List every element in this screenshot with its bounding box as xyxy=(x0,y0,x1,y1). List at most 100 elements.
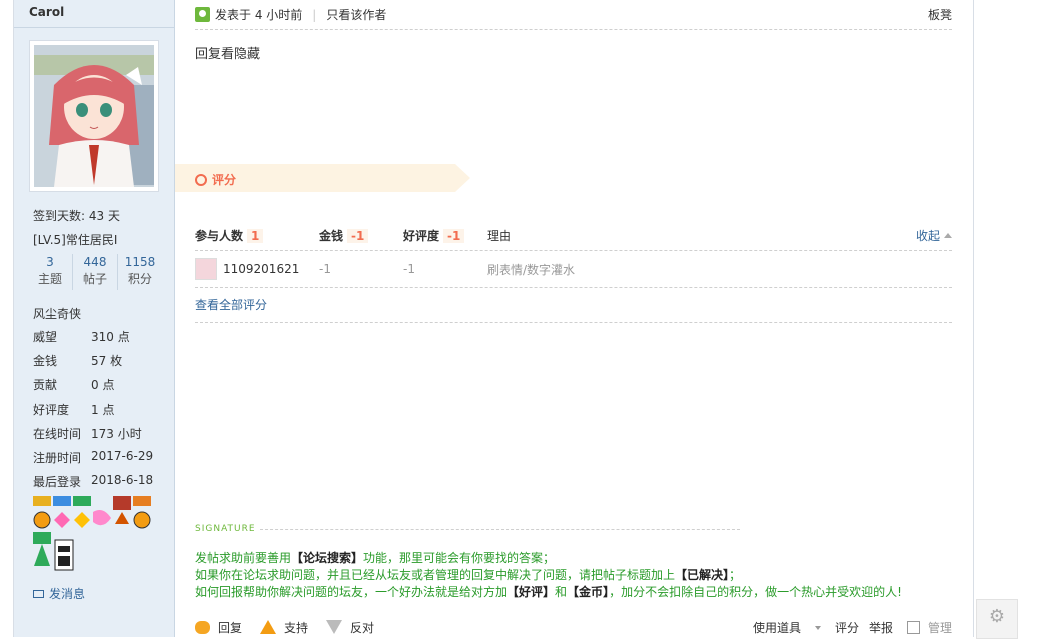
reply-icon xyxy=(195,620,210,634)
stat-number[interactable]: 448 xyxy=(73,254,117,271)
reply-label: 回复 xyxy=(218,620,243,635)
field-key: 最后登录 xyxy=(33,475,82,489)
field-value: 57 枚 xyxy=(91,354,123,368)
stat-threads[interactable]: 3 主题 xyxy=(28,254,73,290)
col-label: 理由 xyxy=(487,229,512,243)
stat-points[interactable]: 1158 积分 xyxy=(118,254,162,290)
send-message-label: 发消息 xyxy=(49,587,86,601)
manage-checkbox[interactable] xyxy=(906,620,920,634)
rating-label-text: 评分 xyxy=(212,173,237,187)
signin-days: 签到天数: 43 天 xyxy=(33,209,120,223)
manage-link[interactable]: 管理 xyxy=(928,619,952,636)
sig-text: 如何回报帮助你解决问题的坛友，一个好办法就是给对方加 xyxy=(195,585,508,599)
rating-table-header: 参与人数 1 金钱 -1 好评度 -1 理由 收起 xyxy=(195,221,952,251)
signature-line-3: 如何回报帮助你解决问题的坛友，一个好办法就是给对方加【好评】和【金币】，加分不会… xyxy=(195,583,902,600)
post-actions: 回复 支持 反对 使用道具 评分 举报 管理 xyxy=(195,617,952,637)
post-content: 回复看隐藏 xyxy=(195,47,261,62)
circle-icon xyxy=(195,173,207,186)
oppose-label: 反对 xyxy=(350,620,375,635)
view-all-label: 查看全部评分 xyxy=(195,298,268,312)
post-time: 发表于 4 小时前 xyxy=(215,8,303,22)
sig-text: 功能，那里可能会有你要找的答案； xyxy=(363,551,556,565)
triangle-up-icon xyxy=(944,233,952,238)
value-badge: -1 xyxy=(347,229,369,243)
rater-name[interactable]: 1109201621 xyxy=(223,262,299,276)
field-register-time: 注册时间 2017-6-29 xyxy=(33,449,173,466)
use-tools-menu[interactable]: 使用道具 xyxy=(739,619,821,636)
envelope-icon xyxy=(33,589,44,598)
rating-label: 评分 xyxy=(195,171,236,188)
collapse-button[interactable]: 收起 xyxy=(916,227,952,244)
rater-avatar[interactable] xyxy=(195,258,217,280)
field-key: 威望 xyxy=(33,330,58,344)
divider xyxy=(259,528,740,530)
signature-line-2: 如果你在论坛求助问题，并且已经从坛友或者管理的回复中解决了问题，请把帖子标题加上… xyxy=(195,566,741,583)
stat-posts[interactable]: 448 帖子 xyxy=(73,254,118,290)
field-key: 好评度 xyxy=(33,403,70,417)
online-status-icon xyxy=(195,7,210,22)
chevron-down-icon xyxy=(814,626,821,630)
sig-bold: 【已解决】 xyxy=(675,568,730,582)
stat-label: 积分 xyxy=(127,272,152,286)
report-link[interactable]: 举报 xyxy=(869,619,893,636)
medal-icons[interactable] xyxy=(33,496,155,576)
field-prestige: 威望 310 点 xyxy=(33,328,173,345)
rating-bar: 评分 xyxy=(175,164,470,192)
oppose-button[interactable]: 反对 xyxy=(326,619,374,636)
user-level[interactable]: [LV.5]常住居民I xyxy=(33,231,117,248)
rater-rep: -1 xyxy=(403,262,415,276)
stat-number[interactable]: 1158 xyxy=(118,254,162,271)
col-label: 好评度 xyxy=(403,229,440,243)
field-key: 金钱 xyxy=(33,354,58,368)
field-online-time: 在线时间 173 小时 xyxy=(33,425,173,442)
sig-text: 如果你在论坛求助问题，并且已经从坛友或者管理的回复中解决了问题，请把帖子标题加上 xyxy=(195,568,676,582)
gear-icon[interactable]: ⚙ xyxy=(976,599,1018,639)
rate-link[interactable]: 评分 xyxy=(835,619,859,636)
stat-label: 主题 xyxy=(37,272,62,286)
only-author-link[interactable]: 只看该作者 xyxy=(326,6,386,23)
arrow-down-icon xyxy=(326,620,343,634)
username[interactable]: Carol xyxy=(29,5,64,19)
user-panel: Carol 签到天数: 43 天 [LV.5]常住居民I 3 主题 448 帖子 xyxy=(14,0,175,637)
sig-bold: 【论坛搜索】 xyxy=(291,551,364,565)
col-participants: 参与人数 1 xyxy=(195,227,319,244)
rating-table: 参与人数 1 金钱 -1 好评度 -1 理由 收起 1109201621 -1 -1 … xyxy=(195,221,952,288)
post-main: 发表于 4 小时前 | 只看该作者 板凳 回复看隐藏 评分 参与人数 1 金钱 -1… xyxy=(175,0,972,637)
field-reputation: 好评度 1 点 xyxy=(33,401,173,418)
user-title: 风尘奇侠 xyxy=(33,307,82,321)
avatar-image xyxy=(34,45,154,187)
field-key: 在线时间 xyxy=(33,427,82,441)
post-header: 发表于 4 小时前 | 只看该作者 板凳 xyxy=(195,0,952,30)
sig-text: ，加分不会扣除自己的积分，做一个热心并受欢迎的人! xyxy=(609,585,902,599)
stat-label: 帖子 xyxy=(82,272,107,286)
field-value: 0 点 xyxy=(91,378,115,392)
field-value: 2018-6-18 xyxy=(91,473,154,487)
field-key: 注册时间 xyxy=(33,451,82,465)
value-badge: -1 xyxy=(443,229,465,243)
view-all-ratings-link[interactable]: 查看全部评分 xyxy=(195,287,952,323)
floor-number[interactable]: 板凳 xyxy=(928,6,952,23)
arrow-up-icon xyxy=(260,620,277,634)
col-rep: 好评度 -1 xyxy=(403,227,487,244)
table-row: 1109201621 -1 -1 刷表情/数字灌水 xyxy=(195,251,952,288)
stat-number[interactable]: 3 xyxy=(28,254,72,271)
send-message-link[interactable]: 发消息 xyxy=(33,585,85,602)
field-last-login: 最后登录 2018-6-18 xyxy=(33,473,173,490)
rater-cell[interactable]: 1109201621 xyxy=(195,258,319,280)
rater-reason: 刷表情/数字灌水 xyxy=(487,262,576,277)
sig-text: ； xyxy=(729,568,742,582)
divider xyxy=(14,27,174,28)
signature-title: SIGNATURE xyxy=(195,524,740,534)
sig-text: 发帖求助前要善用 xyxy=(195,551,292,565)
support-button[interactable]: 支持 xyxy=(260,619,308,636)
field-key: 贡献 xyxy=(33,378,58,392)
avatar[interactable] xyxy=(29,40,159,192)
col-money: 金钱 -1 xyxy=(319,227,403,244)
reply-button[interactable]: 回复 xyxy=(195,619,242,636)
separator: | xyxy=(312,7,317,22)
sig-bold: 【金币】 xyxy=(567,585,610,599)
field-value: 310 点 xyxy=(91,330,130,344)
sig-bold: 【好评】 xyxy=(507,585,556,599)
collapse-label: 收起 xyxy=(915,229,940,243)
field-contribution: 贡献 0 点 xyxy=(33,376,173,393)
